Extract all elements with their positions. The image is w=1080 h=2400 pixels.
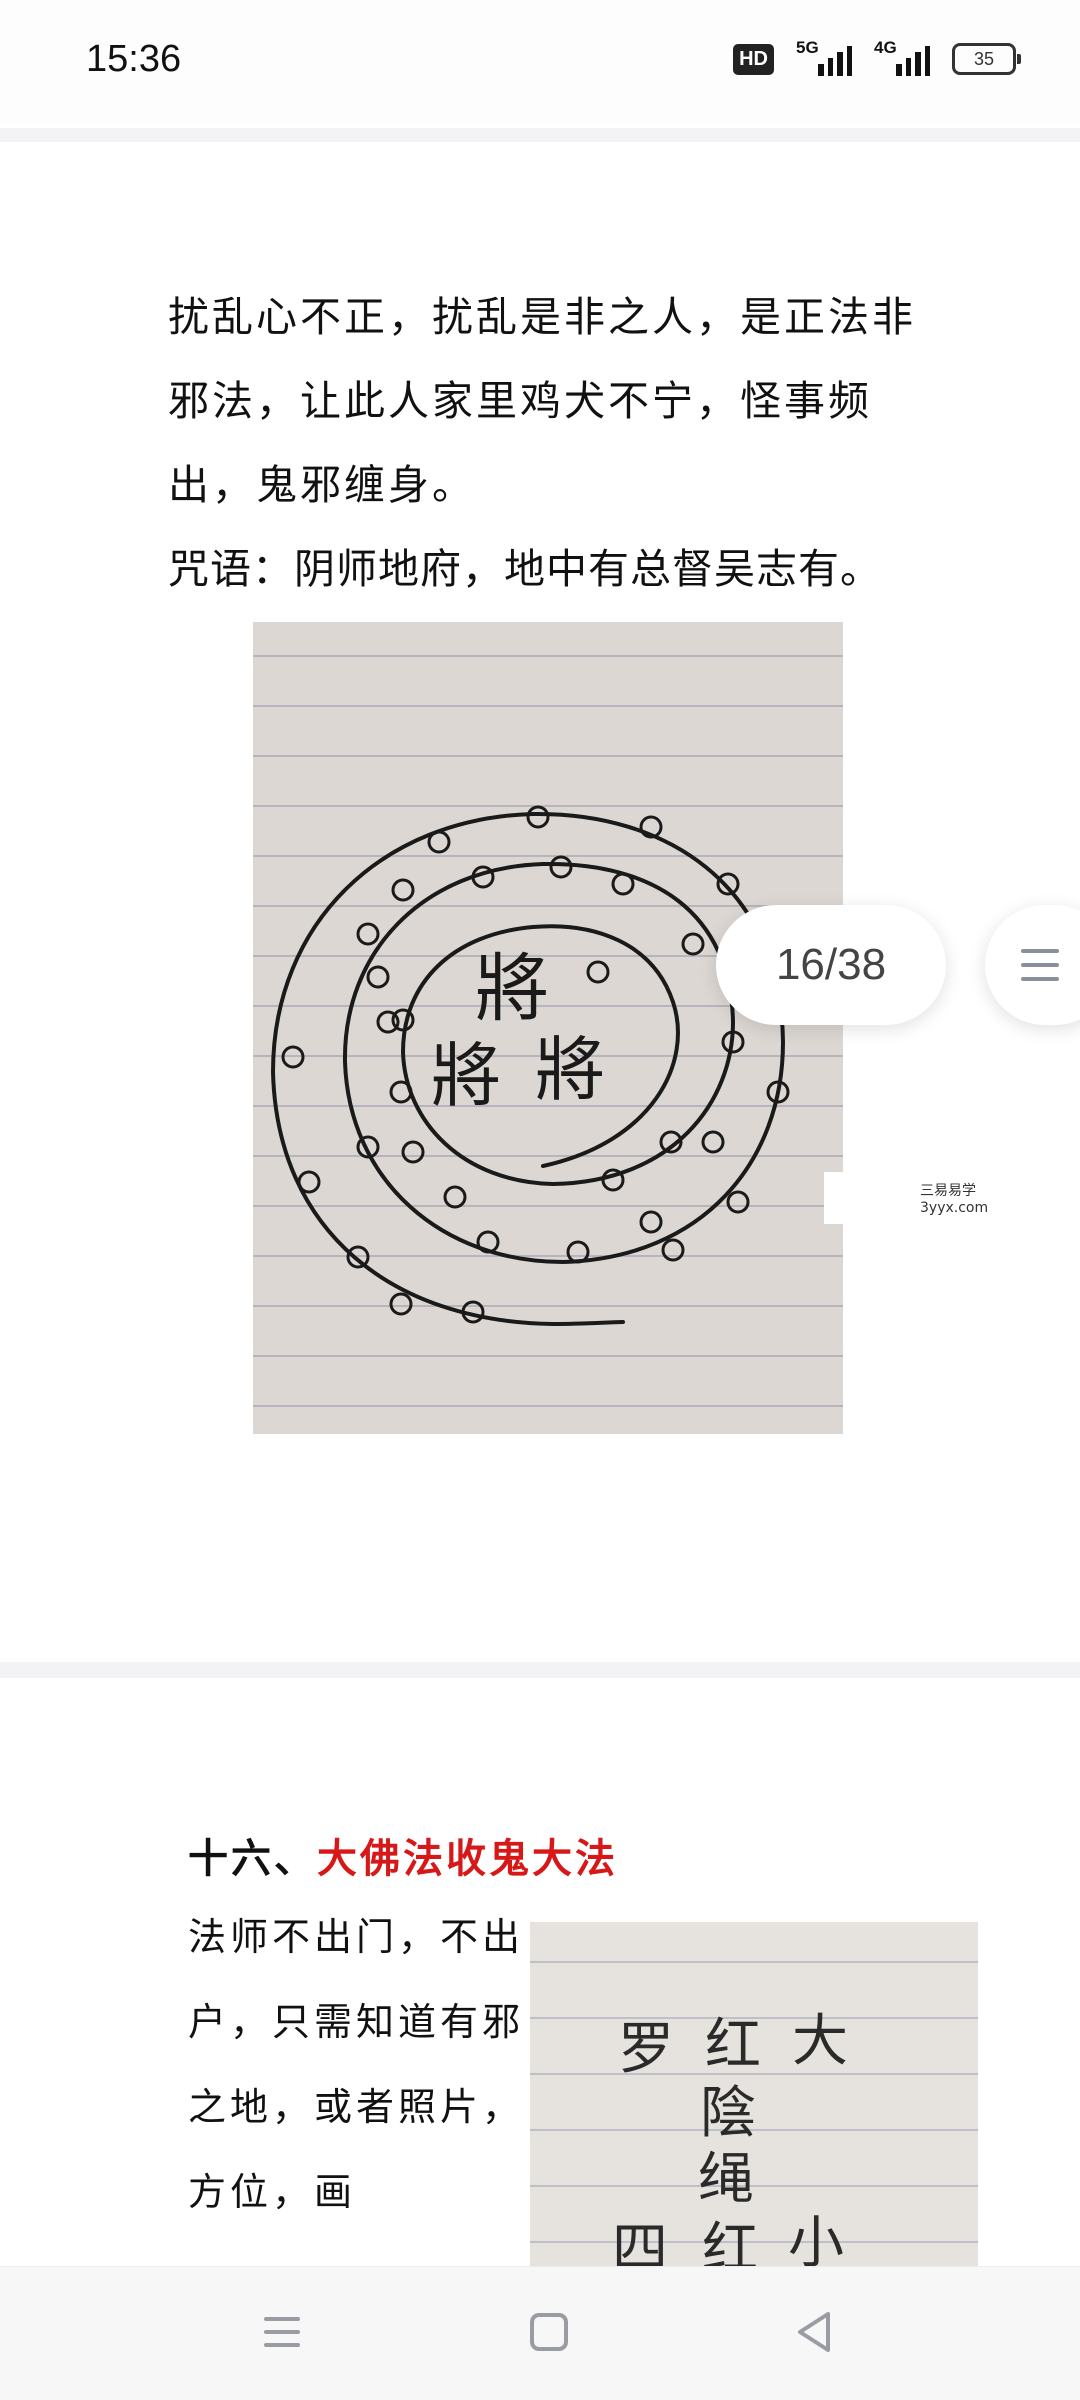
square-icon — [530, 2313, 568, 2351]
reader-menu-button[interactable] — [985, 905, 1080, 1025]
battery-icon: 35 — [952, 43, 1021, 75]
top-divider — [0, 128, 1080, 142]
char-right: 將 — [535, 1029, 605, 1111]
section-title: 十六、大佛法收鬼大法 — [188, 1826, 618, 1884]
section-heading: 大佛法收鬼大法 — [317, 1835, 618, 1882]
char-left: 將 — [431, 1035, 501, 1117]
note-char-sheng: 绳 — [698, 2147, 754, 2212]
spiral-talisman-image[interactable]: 將 將 將 — [253, 622, 843, 1434]
spiral-drawing: 將 將 將 — [253, 622, 843, 1434]
status-time: 15:36 — [86, 38, 182, 80]
back-button[interactable] — [774, 2297, 854, 2367]
note-char-da: 大 — [792, 2009, 848, 2074]
note-char-luo: 罗 — [618, 2017, 674, 2082]
article-paragraph: 扰乱心不正，扰乱是非之人，是正法非邪法，让此人家里鸡犬不宁，怪事频出，鬼邪缠身。 — [168, 293, 916, 509]
back-triangle-icon — [798, 2312, 830, 2352]
signal-4g-icon: 4G — [874, 38, 930, 76]
watermark: 三易易学 3yyx.com — [824, 1172, 1080, 1224]
note-char-si: 四 — [612, 2217, 668, 2266]
handwritten-note-drawing: 罗 红 大 陰 绳 四 红 小 — [530, 1922, 978, 2266]
signal-5g-icon: 5G — [796, 38, 852, 76]
note-char-yin: 陰 — [700, 2081, 756, 2146]
menu-icon — [264, 2317, 300, 2347]
red-rope-image[interactable]: 罗 红 大 陰 绳 四 红 小 — [530, 1922, 978, 2266]
watermark-url: 3yyx.com — [920, 1200, 989, 1216]
note-char-hong2: 红 — [702, 2217, 758, 2266]
note-char-xiao: 小 — [788, 2211, 844, 2266]
navigation-bar — [0, 2266, 1080, 2400]
section-number: 十六、 — [188, 1835, 317, 1882]
page-indicator[interactable]: 16/38 — [716, 905, 946, 1025]
recent-apps-button[interactable] — [242, 2297, 322, 2367]
watermark-name: 三易易学 — [920, 1183, 976, 1199]
mantra-text: 咒语：阴师地府，地中有总督吴志有。 — [168, 545, 882, 593]
status-bar: 15:36 HD 5G 4G 35 — [0, 0, 1080, 125]
note-char-hong: 红 — [705, 2013, 761, 2078]
home-button[interactable] — [508, 2297, 588, 2367]
section-body: 法师不出门，不出户，只需知道有邪之地，或者照片，方位，画 — [188, 1915, 525, 2214]
char-top: 將 — [475, 946, 549, 1032]
status-icons: HD 5G 4G 35 — [733, 38, 1021, 76]
hd-icon: HD — [733, 43, 774, 75]
page-break — [0, 1662, 1080, 1678]
